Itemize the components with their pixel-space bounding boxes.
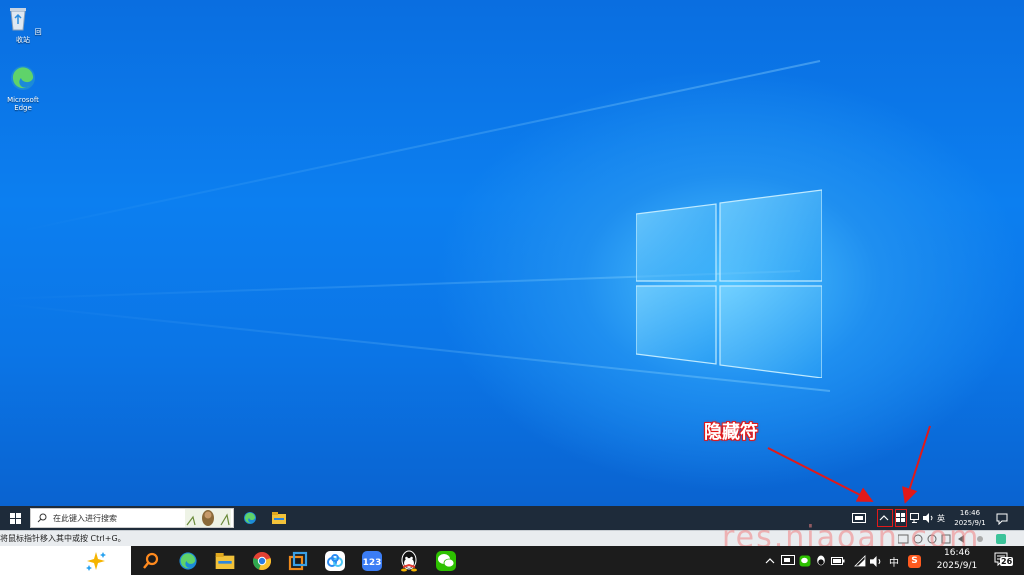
taskbar-app-edge[interactable]	[176, 549, 200, 573]
qq-icon	[817, 555, 825, 566]
desktop-icon-edge[interactable]: Microsoft Edge	[1, 64, 45, 112]
tray-wechat[interactable]	[799, 552, 811, 570]
123-pan-icon: 123	[362, 551, 382, 571]
copilot-sparkle-icon	[86, 552, 106, 571]
chrome-icon	[252, 552, 272, 571]
recycle-bin-icon	[10, 8, 27, 31]
battery-icon	[831, 557, 845, 565]
tray-sogou-ime[interactable]: S	[908, 552, 921, 570]
tray-ime-mode[interactable]: 中	[889, 552, 899, 570]
desktop-wallpaper: 回收站 Microsoft Edge 隐藏符	[0, 0, 1024, 506]
taskbar-app-123-pan[interactable]: 123	[360, 549, 384, 573]
clock-time: 16:46	[959, 509, 981, 517]
svg-text:123: 123	[363, 558, 382, 568]
notification-count-badge: 26	[1000, 557, 1014, 566]
taskbar-app-vmware[interactable]	[286, 549, 310, 573]
taskbar-bottom: 123 中 S 16:46 2025/9/1 26	[0, 546, 1024, 575]
tray-clock[interactable]: 16:46 2025/9/1	[934, 547, 980, 573]
wifi-icon	[854, 555, 866, 567]
taskbar-app-file-explorer[interactable]	[268, 508, 290, 528]
tray-display[interactable]	[781, 552, 795, 570]
action-center-button[interactable]: 26	[994, 551, 1014, 570]
search-placeholder: 在此键入进行搜索	[53, 514, 117, 523]
clock-time: 16:46	[944, 548, 970, 558]
desktop-icon-label: Microsoft Edge	[7, 96, 39, 112]
taskbar-app-wechat[interactable]	[434, 549, 458, 573]
tray-volume[interactable]	[870, 552, 882, 570]
show-hidden-icons-button[interactable]	[764, 552, 776, 570]
taskbar-app-edge[interactable]	[239, 508, 261, 528]
taskbar-app-file-explorer[interactable]	[213, 549, 237, 573]
chevron-up-icon	[765, 558, 775, 564]
sogou-icon: S	[908, 554, 921, 568]
tray-battery[interactable]	[831, 552, 845, 570]
taskbar-app-search[interactable]	[139, 549, 163, 573]
volume-icon	[870, 555, 881, 567]
display-icon	[781, 555, 795, 565]
edge-icon	[11, 66, 35, 90]
baidu-netdisk-icon	[325, 551, 345, 571]
vmware-icon	[288, 551, 308, 571]
taskbar-app-qq[interactable]	[397, 549, 421, 573]
tray-wifi[interactable]	[854, 552, 866, 570]
taskbar-search-box[interactable]: 在此键入进行搜索	[30, 508, 234, 528]
taskbar-app-copilot[interactable]	[84, 549, 108, 573]
edge-icon	[179, 552, 197, 570]
start-button[interactable]	[0, 506, 30, 530]
taskbar-app-baidu-netdisk[interactable]	[323, 549, 347, 573]
search-highlight-image	[185, 509, 231, 527]
wechat-icon	[799, 555, 811, 567]
annotation-label: 隐藏符	[704, 422, 758, 443]
desktop-icon-recycle-bin[interactable]: 回收站	[1, 4, 45, 44]
taskbar-app-chrome[interactable]	[250, 549, 274, 573]
taskbar-bottom-left-panel	[0, 546, 131, 575]
edge-icon	[244, 512, 256, 524]
file-explorer-icon	[215, 553, 235, 569]
tray-qq[interactable]	[815, 552, 827, 570]
qq-icon	[401, 550, 417, 572]
search-icon	[143, 552, 159, 569]
wechat-icon	[436, 551, 456, 571]
file-explorer-icon	[272, 512, 286, 524]
search-icon	[37, 513, 47, 523]
action-center-button[interactable]	[996, 510, 1008, 529]
windows-start-icon	[9, 512, 21, 524]
status-message: 将鼠标指针移入其中或按 Ctrl+G。	[0, 534, 126, 543]
clock-date: 2025/9/1	[936, 561, 978, 571]
windows-logo-wallpaper	[636, 189, 822, 378]
notification-icon	[996, 513, 1008, 526]
